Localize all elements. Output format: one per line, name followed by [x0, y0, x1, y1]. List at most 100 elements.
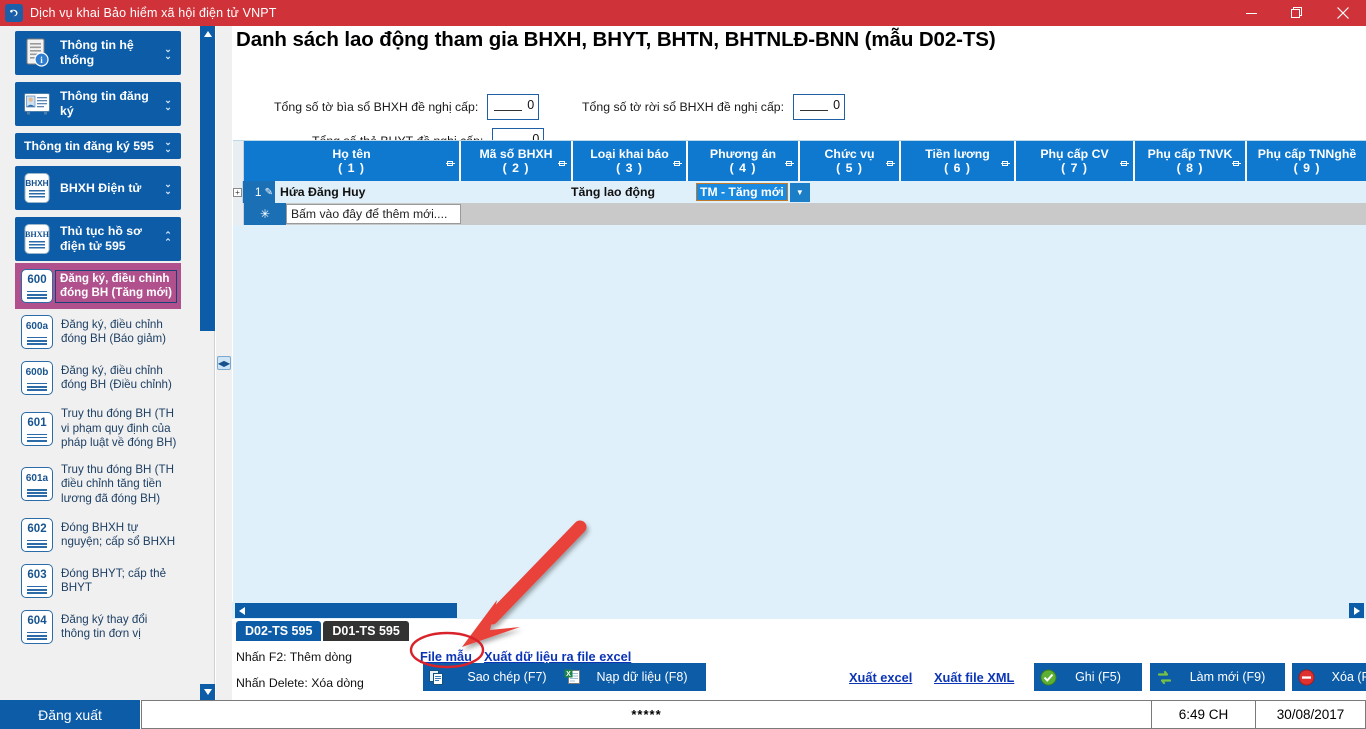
sidebar-item-603[interactable]: 603 Đóng BHYT; cấp thẻ BHYT [15, 558, 181, 604]
column-pin-icon[interactable] [785, 157, 794, 166]
column-pin-icon[interactable] [886, 157, 895, 166]
sidebar-item-600b[interactable]: 600b Đăng ký, điều chỉnh đóng BH (Điều c… [15, 355, 181, 401]
xuat-du-lieu-link[interactable]: Xuất dữ liệu ra file excel [484, 649, 631, 664]
xuat-excel-link[interactable]: Xuất excel [849, 670, 912, 685]
grid-header-row: Họ tên ( 1 ) Mã số BHXH ( 2 ) Loại khai … [233, 141, 1366, 181]
cell-phuong-an[interactable]: TM - Tăng mới ▼ [694, 181, 816, 203]
phuong-an-selected-value[interactable]: TM - Tăng mới [696, 183, 788, 201]
column-pin-icon[interactable] [673, 157, 682, 166]
sidebar-group-thu-tuc-ho-so-dien-tu-595[interactable]: BHXH Thủ tục hồ sơ điện tử 595 ⌃⌃ [15, 217, 181, 261]
column-index: ( 9 ) [1294, 161, 1321, 175]
sidebar-item-label: Đóng BHYT; cấp thẻ BHYT [55, 567, 177, 596]
sidebar-group-bhxh-dien-tu[interactable]: BHXH BHXH Điện tử ⌄⌄ [15, 166, 181, 210]
chevron-up-icon[interactable]: ⌃⌃ [161, 232, 175, 246]
sidebar-item-600a[interactable]: 600a Đăng ký, điều chỉnh đóng BH (Báo gi… [15, 309, 181, 355]
status-time: 6:49 CH [1152, 700, 1256, 729]
minimize-button[interactable] [1228, 0, 1274, 26]
vnpt-logo-icon [5, 4, 23, 22]
scroll-down-icon[interactable] [200, 684, 215, 700]
grid-horizontal-scrollbar[interactable] [232, 602, 1366, 619]
grid-header-loai-khai-bao[interactable]: Loại khai báo ( 3 ) [573, 141, 688, 181]
sidebar-group-label: BHXH Điện tử [60, 181, 161, 196]
row-expander-cell[interactable]: + [233, 181, 243, 203]
ghi-button[interactable]: Ghi (F5) [1034, 663, 1142, 691]
cell-loai-khai-bao[interactable]: Tăng lao động [566, 181, 694, 203]
sao-chep-button[interactable]: Sao chép (F7) [423, 663, 571, 691]
expand-row-icon[interactable]: + [233, 188, 242, 197]
sidebar-group-thong-tin-dang-ky[interactable]: Thông tin đăng ký ⌄⌄ [15, 82, 181, 126]
grid-header-phu-cap-tnnghe[interactable]: Phụ cấp TNNghề ( 9 ) [1247, 141, 1366, 181]
grid-header-tien-luong[interactable]: Tiền lương ( 6 ) [901, 141, 1016, 181]
new-row-placeholder[interactable]: Bấm vào đây để thêm mới.... [286, 204, 461, 224]
chevron-down-icon[interactable]: ⌄⌄ [161, 97, 175, 111]
tab-d02-ts-595[interactable]: D02-TS 595 [236, 621, 321, 641]
cell-tien-luong[interactable] [917, 181, 1030, 203]
sidebar-scrollbar[interactable] [200, 26, 215, 700]
column-pin-icon[interactable] [1120, 157, 1129, 166]
maximize-button[interactable] [1274, 0, 1320, 26]
chevron-down-icon[interactable]: ⌄⌄ [161, 46, 175, 60]
column-index: ( 1 ) [338, 161, 365, 175]
sidebar-item-601[interactable]: 601 Truy thu đóng BH (TH vi phạm quy địn… [15, 401, 181, 457]
grid-header-phu-cap-tnvk[interactable]: Phụ cấp TNVK ( 8 ) [1135, 141, 1247, 181]
chevron-down-icon[interactable]: ⌄⌄ [161, 139, 175, 153]
cell-chuc-vu[interactable] [816, 181, 917, 203]
tab-d01-ts-595[interactable]: D01-TS 595 [323, 621, 408, 641]
sidebar-item-600[interactable]: 600 Đăng ký, điều chỉnh đóng BH (Tăng mớ… [15, 263, 181, 309]
column-index: ( 2 ) [503, 161, 530, 175]
summary-field-to-roi: Tổng số tờ rời sổ BHXH đề nghị cấp: 0 [582, 94, 845, 120]
to-bia-so-bhxh-input[interactable]: 0 [487, 94, 539, 120]
check-circle-icon [1034, 669, 1062, 686]
button-label: Xóa (F3) [1320, 670, 1366, 684]
scroll-right-icon[interactable] [1349, 603, 1364, 618]
grid-header-ma-so-bhxh[interactable]: Mã số BHXH ( 2 ) [461, 141, 573, 181]
hscroll-thumb[interactable] [235, 603, 457, 618]
grid-header-phu-cap-cv[interactable]: Phụ cấp CV ( 7 ) [1016, 141, 1135, 181]
column-pin-icon[interactable] [446, 157, 455, 166]
cell-phu-cap-tnvk[interactable] [1142, 181, 1254, 203]
sidebar-group-thong-tin-dang-ky-595[interactable]: Thông tin đăng ký 595 ⌄⌄ [15, 133, 181, 159]
cell-phu-cap-cv[interactable] [1030, 181, 1142, 203]
nap-du-lieu-button[interactable]: X Nạp dữ liệu (F8) [558, 663, 706, 691]
cell-phu-cap-tnnghe[interactable] [1254, 181, 1366, 203]
chevron-down-icon[interactable]: ⌄⌄ [161, 181, 175, 195]
column-pin-icon[interactable] [1232, 157, 1241, 166]
status-text: ***** [141, 700, 1152, 729]
grid-header-phuong-an[interactable]: Phương án ( 4 ) [688, 141, 800, 181]
form-601a-icon: 601a [19, 467, 55, 501]
close-button[interactable] [1320, 0, 1366, 26]
field-rule [800, 110, 828, 111]
sidebar-scroll-thumb[interactable] [200, 42, 215, 331]
form-tabs[interactable]: D02-TS 595 D01-TS 595 [236, 621, 411, 641]
xuat-file-xml-link[interactable]: Xuất file XML [934, 670, 1014, 685]
sidebar-item-601a[interactable]: 601a Truy thu đóng BH (TH điều chỉnh tăn… [15, 457, 181, 513]
cell-ho-ten[interactable]: Hứa Đăng Huy [275, 181, 450, 203]
employee-grid[interactable]: Họ tên ( 1 ) Mã số BHXH ( 2 ) Loại khai … [233, 140, 1366, 628]
splitter-grip-icon[interactable]: ◀▶ [217, 356, 231, 370]
column-pin-icon[interactable] [558, 157, 567, 166]
xoa-button[interactable]: Xóa (F3) [1292, 663, 1366, 691]
column-title: Họ tên [332, 147, 370, 161]
chevron-down-icon[interactable]: ▼ [790, 183, 810, 202]
to-roi-so-bhxh-input[interactable]: 0 [793, 94, 845, 120]
form-code: 600b [26, 367, 49, 378]
column-index: ( 3 ) [616, 161, 643, 175]
column-pin-icon[interactable] [1001, 157, 1010, 166]
table-row[interactable]: + 1 ✎ Hứa Đăng Huy Tăng lao động TM - Tă… [233, 181, 1366, 203]
grid-header-chuc-vu[interactable]: Chức vụ ( 5 ) [800, 141, 901, 181]
sidebar-item-604[interactable]: 604 Đăng ký thay đổi thông tin đơn vị [15, 604, 181, 650]
svg-text:X: X [566, 671, 571, 678]
sidebar-item-602[interactable]: 602 Đóng BHXH tự nguyện; cấp sổ BHXH [15, 512, 181, 558]
panel-splitter[interactable]: ◀▶ [216, 26, 232, 700]
new-row[interactable]: ✳ Bấm vào đây để thêm mới.... [233, 203, 1366, 225]
scroll-up-icon[interactable] [200, 26, 215, 42]
lam-moi-button[interactable]: Làm mới (F9) [1150, 663, 1285, 691]
file-mau-link[interactable]: File mẫu [420, 649, 472, 664]
cell-ma-so-bhxh[interactable] [450, 181, 566, 203]
sidebar-group-thong-tin-he-thong[interactable]: i Thông tin hệ thống ⌄⌄ [15, 31, 181, 75]
grid-header-ho-ten[interactable]: Họ tên ( 1 ) [244, 141, 461, 181]
button-label: Nạp dữ liệu (F8) [586, 670, 706, 684]
sidebar[interactable]: i Thông tin hệ thống ⌄⌄ [0, 26, 200, 700]
logout-button[interactable]: Đăng xuất [0, 700, 140, 729]
form-604-icon: 604 [19, 610, 55, 644]
